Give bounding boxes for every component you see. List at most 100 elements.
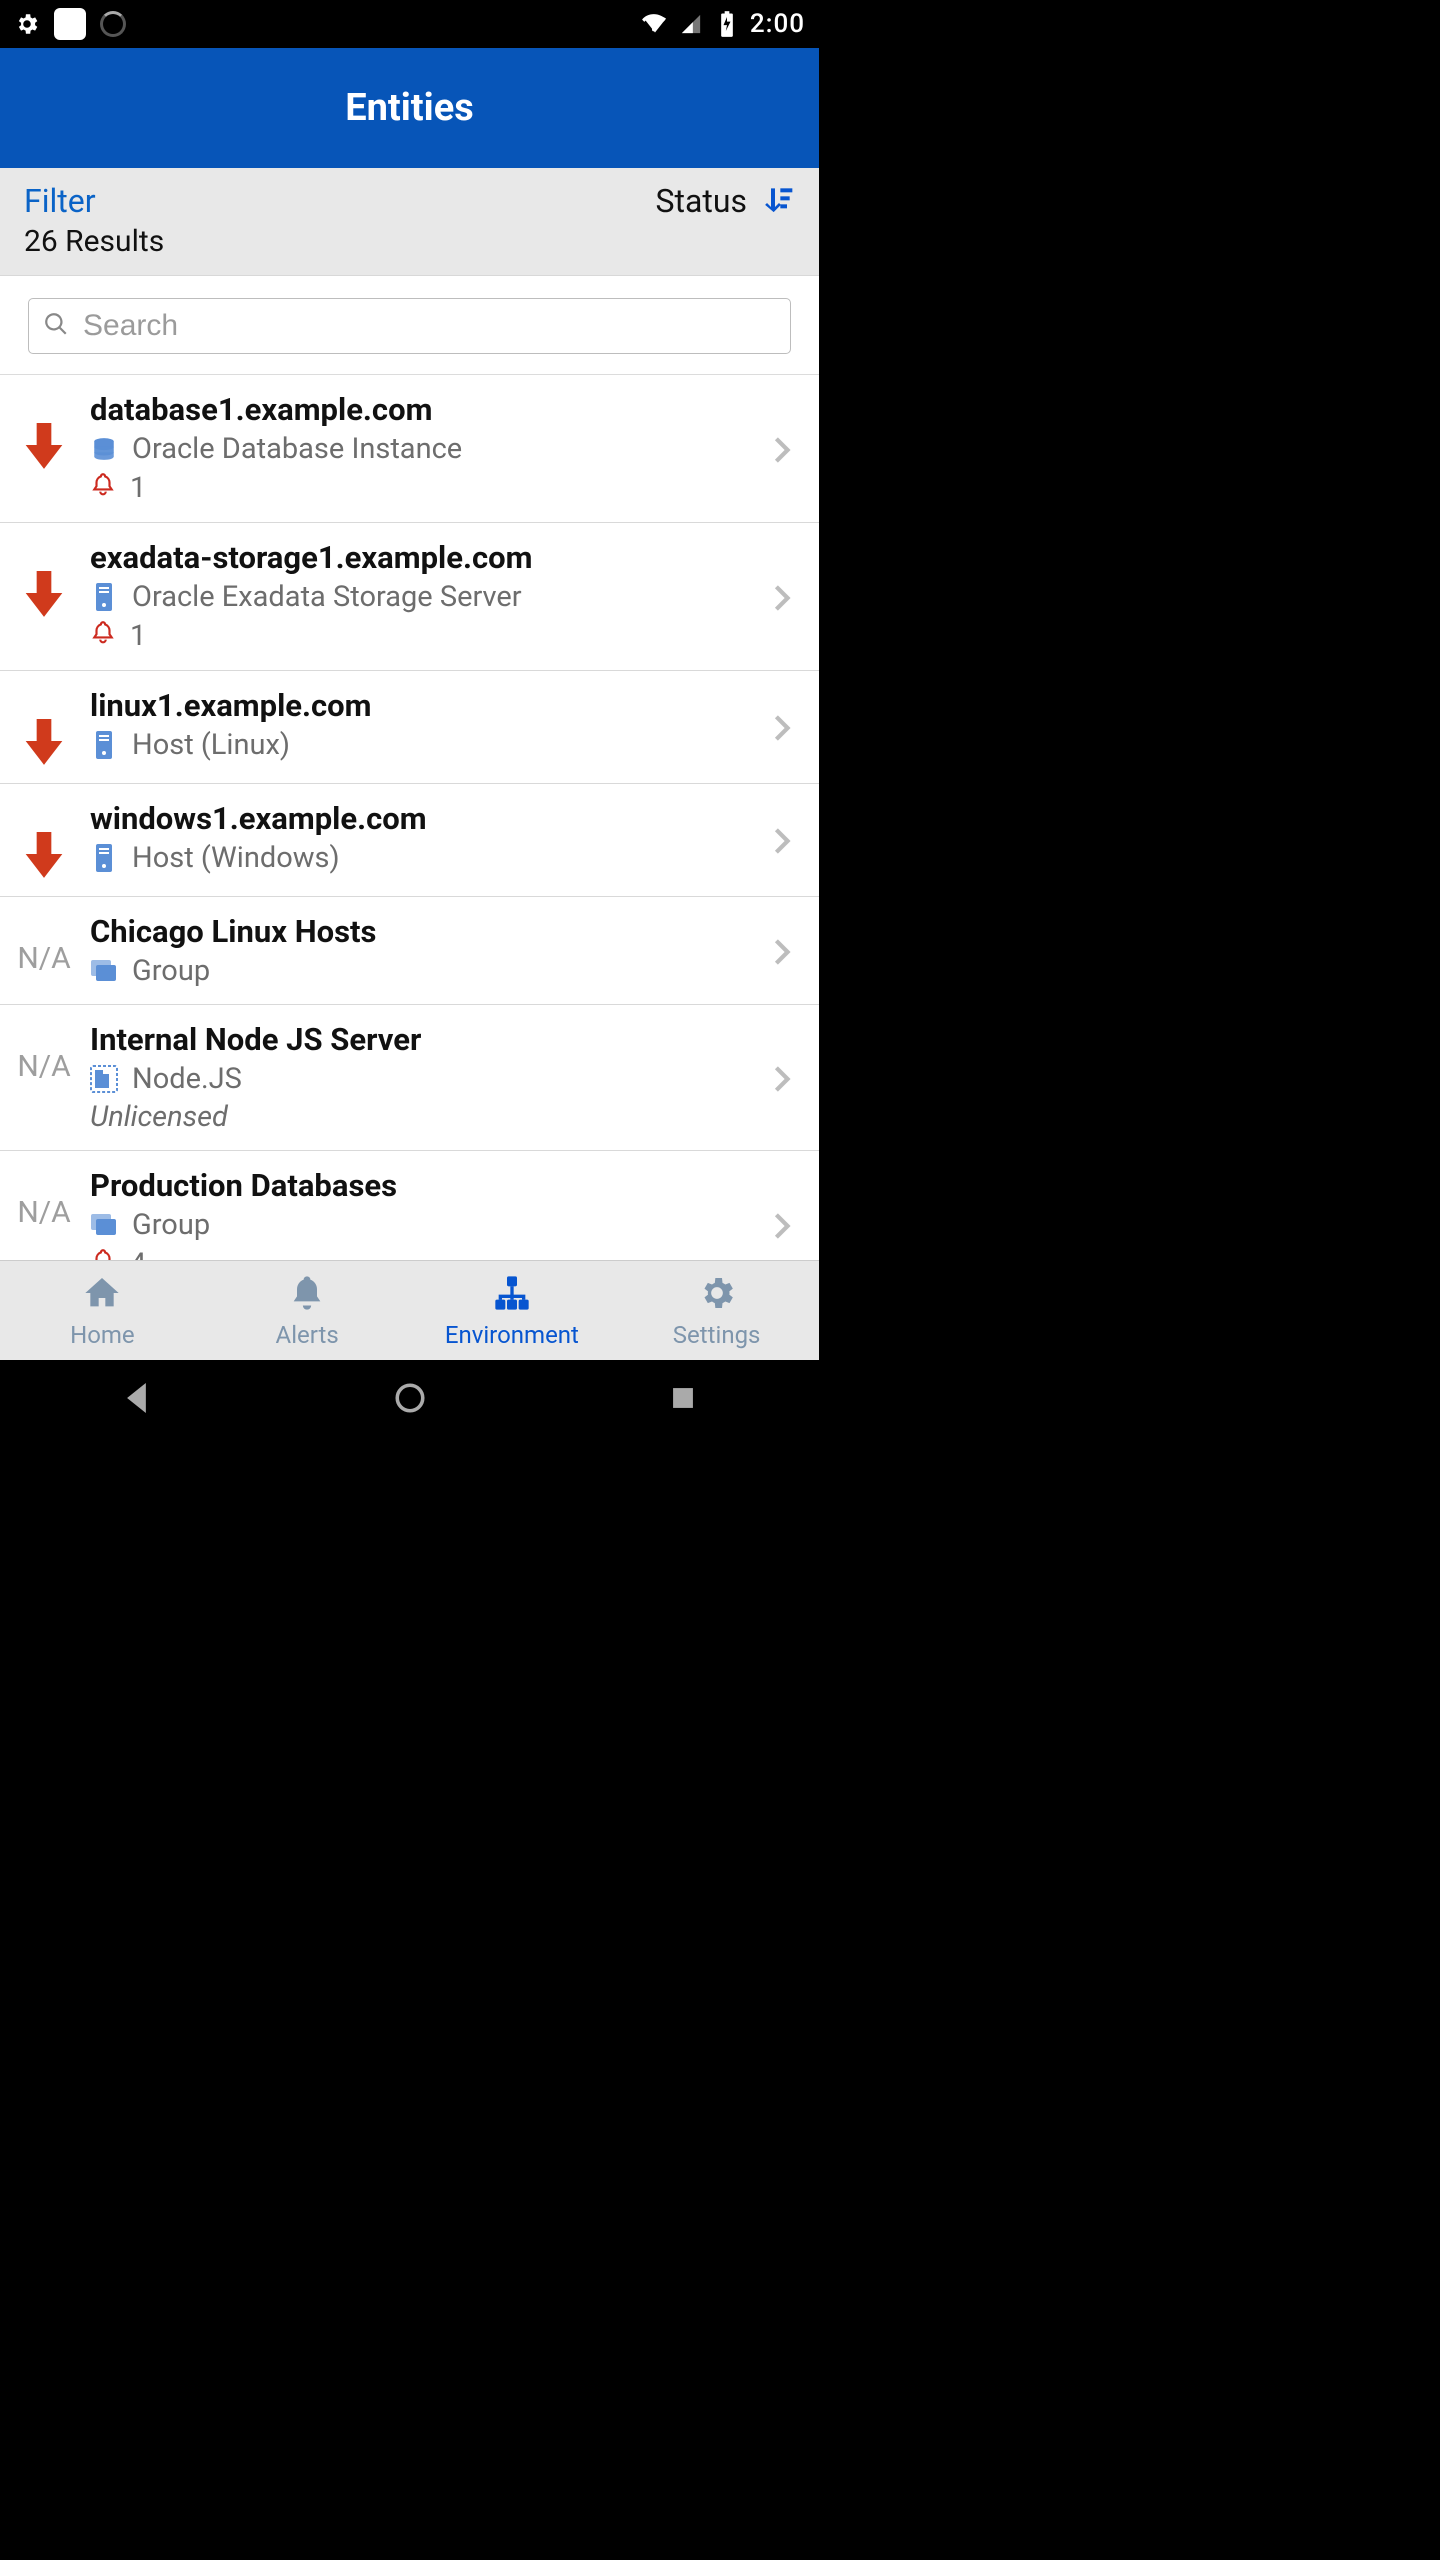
chevron-right-icon <box>773 708 803 746</box>
sort-status-label[interactable]: Status <box>656 182 748 220</box>
tab-home[interactable]: Home <box>0 1261 205 1360</box>
hierarchy-icon <box>491 1273 533 1317</box>
entity-row[interactable]: N/A Internal Node JS Server Node.JS Unlicen… <box>0 1005 819 1151</box>
entity-name: database1.example.com <box>90 391 763 428</box>
entity-note: Unlicensed <box>90 1100 763 1134</box>
tab-settings[interactable]: Settings <box>614 1261 819 1360</box>
chevron-right-icon <box>773 1206 803 1244</box>
wifi-icon <box>642 11 668 37</box>
entity-body: linux1.example.com Host (Linux) <box>90 687 763 762</box>
entity-type-label: Node.JS <box>132 1062 242 1096</box>
entity-type-line: Host (Linux) <box>90 728 763 762</box>
status-down-icon <box>8 800 80 880</box>
back-button[interactable] <box>120 1381 154 1419</box>
cellular-signal-icon <box>678 11 704 37</box>
tab-environment[interactable]: Environment <box>410 1261 615 1360</box>
entity-type-line: Group <box>90 954 763 988</box>
settings-indicator-icon <box>14 11 40 37</box>
entity-alert-line: 1 <box>90 618 763 654</box>
home-icon <box>81 1273 123 1317</box>
entity-type-label: Oracle Exadata Storage Server <box>132 580 522 614</box>
server-icon <box>90 582 118 612</box>
entity-body: Chicago Linux Hosts Group <box>90 913 763 988</box>
home-button[interactable] <box>393 1381 427 1419</box>
entity-name: Internal Node JS Server <box>90 1021 763 1058</box>
status-na-label: N/A <box>8 1021 80 1084</box>
entity-name: Chicago Linux Hosts <box>90 913 763 950</box>
entity-alert-count: 1 <box>130 471 146 505</box>
entity-type-line: Oracle Exadata Storage Server <box>90 580 763 614</box>
search-icon <box>43 311 69 341</box>
entity-list: database1.example.com Oracle Database Ins… <box>0 375 819 1260</box>
entity-body: Production Databases Group 4 <box>90 1167 763 1260</box>
entity-name: exadata-storage1.example.com <box>90 539 763 576</box>
android-status-bar: 2:00 <box>0 0 819 48</box>
entity-type-label: Oracle Database Instance <box>132 432 462 466</box>
na-text: N/A <box>17 1049 70 1084</box>
filter-link[interactable]: Filter <box>24 182 164 220</box>
nodejs-icon <box>90 1064 118 1094</box>
app-indicator-icon <box>54 8 86 40</box>
entity-row[interactable]: exadata-storage1.example.com Oracle Exada… <box>0 523 819 671</box>
database-icon <box>90 434 118 464</box>
page-title: Entities <box>345 86 474 130</box>
recents-button[interactable] <box>666 1381 700 1419</box>
entity-body: exadata-storage1.example.com Oracle Exada… <box>90 539 763 654</box>
entity-row[interactable]: windows1.example.comHost (Windows) <box>0 784 819 897</box>
entity-type-label: Group <box>132 954 210 988</box>
status-down-icon <box>8 391 80 471</box>
entity-type-label: Host (Linux) <box>132 728 290 762</box>
search-input[interactable] <box>83 309 776 343</box>
status-down-icon <box>8 687 80 767</box>
entity-name: linux1.example.com <box>90 687 763 724</box>
sort-icon[interactable] <box>763 183 795 219</box>
alert-bell-icon <box>90 618 116 654</box>
entity-body: windows1.example.comHost (Windows) <box>90 800 763 875</box>
group-icon <box>90 1210 118 1240</box>
entity-type-line: Node.JS <box>90 1062 763 1096</box>
entity-alert-count: 1 <box>130 619 146 653</box>
app-header: Entities <box>0 48 819 168</box>
tab-settings-label: Settings <box>673 1321 761 1349</box>
entity-alert-line: 1 <box>90 470 763 506</box>
alert-bell-icon <box>90 470 116 506</box>
status-na-label: N/A <box>8 1167 80 1230</box>
battery-charging-icon <box>714 11 740 37</box>
na-text: N/A <box>17 1195 70 1230</box>
search-section <box>0 276 819 375</box>
entity-alert-count: 4 <box>130 1247 146 1260</box>
status-na-label: N/A <box>8 913 80 976</box>
chevron-right-icon <box>773 1059 803 1097</box>
group-icon <box>90 956 118 986</box>
status-down-icon <box>8 539 80 619</box>
entity-row[interactable]: database1.example.com Oracle Database Ins… <box>0 375 819 523</box>
tab-environment-label: Environment <box>445 1321 579 1349</box>
entity-type-label: Host (Windows) <box>132 841 340 875</box>
results-count: 26 Results <box>24 224 164 259</box>
status-bar-clock: 2:00 <box>750 9 805 39</box>
search-field[interactable] <box>28 298 791 354</box>
bell-icon <box>286 1273 328 1317</box>
entity-body: Internal Node JS Server Node.JS Unlicensed <box>90 1021 763 1134</box>
entity-row[interactable]: N/A Chicago Linux Hosts Group <box>0 897 819 1005</box>
filter-bar: Filter 26 Results Status <box>0 168 819 276</box>
na-text: N/A <box>17 941 70 976</box>
bottom-tab-bar: Home Alerts Environment Settings <box>0 1260 819 1360</box>
tab-alerts-label: Alerts <box>276 1321 339 1349</box>
entity-type-line: Group <box>90 1208 763 1242</box>
alert-bell-icon <box>90 1246 116 1260</box>
gear-icon <box>696 1273 738 1317</box>
chevron-right-icon <box>773 578 803 616</box>
tab-alerts[interactable]: Alerts <box>205 1261 410 1360</box>
entity-alert-line: 4 <box>90 1246 763 1260</box>
entity-type-label: Group <box>132 1208 210 1242</box>
chevron-right-icon <box>773 932 803 970</box>
server-icon <box>90 843 118 873</box>
entity-type-line: Host (Windows) <box>90 841 763 875</box>
loading-indicator-icon <box>100 11 126 37</box>
chevron-right-icon <box>773 821 803 859</box>
entity-row[interactable]: linux1.example.com Host (Linux) <box>0 671 819 784</box>
entity-row[interactable]: N/A Production Databases Group 4 <box>0 1151 819 1260</box>
entity-name: Production Databases <box>90 1167 763 1204</box>
tab-home-label: Home <box>70 1321 135 1349</box>
